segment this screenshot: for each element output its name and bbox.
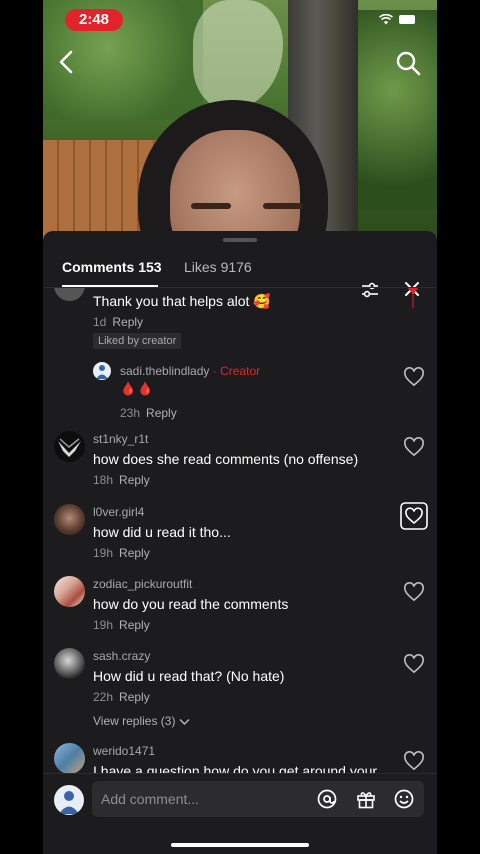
creator-tag: Creator: [220, 364, 261, 378]
reply-button[interactable]: Reply: [119, 546, 150, 560]
comment-meta: 1d Reply: [93, 315, 143, 329]
heart-icon[interactable]: [403, 437, 425, 457]
comment-text: how did u read it tho...: [93, 524, 231, 540]
heart-icon[interactable]: [403, 654, 425, 674]
comment-time: 19h: [93, 618, 114, 632]
comment-username: sash.crazy: [93, 649, 151, 663]
status-icons: [379, 14, 415, 25]
back-icon[interactable]: [55, 48, 79, 76]
avatar[interactable]: [54, 504, 85, 535]
reply-button[interactable]: Reply: [146, 406, 177, 420]
avatar[interactable]: [54, 431, 85, 462]
avatar[interactable]: [54, 288, 85, 301]
comment-text: How did u read that? (No hate): [93, 668, 285, 684]
comment-text: how do you read the comments: [93, 596, 289, 612]
comment-meta: 22h Reply: [93, 690, 150, 704]
creator-separator: ·: [212, 364, 217, 378]
comment-input[interactable]: Add comment...: [92, 781, 424, 817]
comment-input-placeholder: Add comment...: [101, 791, 200, 807]
reply-button[interactable]: Reply: [119, 618, 150, 632]
comment-time: 1d: [93, 315, 107, 329]
avatar[interactable]: [54, 648, 85, 679]
chevron-down-icon: [179, 718, 190, 725]
comment-time: 22h: [93, 690, 114, 704]
video-background: [43, 0, 437, 240]
view-replies-button[interactable]: View replies (3): [93, 714, 190, 728]
comment-username: st1nky_r1t: [93, 432, 149, 446]
gift-icon[interactable]: [356, 789, 376, 809]
comment-username: zodiac_pickuroutfit: [93, 577, 193, 591]
comment-username: werido1471: [93, 744, 156, 758]
comment-meta: 18h Reply: [93, 473, 150, 487]
comment-time: 23h: [120, 406, 141, 420]
wifi-icon: [379, 14, 393, 25]
at-icon[interactable]: [317, 789, 337, 809]
battery-icon: [399, 15, 415, 24]
comment-composer: Add comment...: [43, 773, 437, 854]
pin-marker-icon: [408, 288, 418, 308]
heart-icon[interactable]: [403, 751, 425, 771]
reply-button[interactable]: Reply: [119, 473, 150, 487]
comment-meta: 19h Reply: [93, 618, 150, 632]
phone-screen: 2:48 Comments 153 Likes 9176 Thank you t…: [43, 0, 437, 854]
comment-username: l0ver.girl4: [93, 505, 145, 519]
liked-by-creator-badge: Liked by creator: [93, 333, 182, 349]
comment-text: Thank you that helps alot 🥰: [93, 293, 271, 309]
comments-sheet: Comments 153 Likes 9176 Thank you that h…: [43, 231, 437, 854]
comment-text: I have a question how do you get around …: [93, 763, 378, 773]
home-indicator[interactable]: [171, 843, 309, 847]
comment-time: 19h: [93, 546, 114, 560]
heart-icon[interactable]: [400, 502, 428, 530]
user-avatar: [54, 785, 84, 815]
reply-button[interactable]: Reply: [119, 690, 150, 704]
tab-likes[interactable]: Likes 9176: [184, 259, 252, 275]
comment-meta: 19h Reply: [93, 546, 150, 560]
comment-meta: 23h Reply: [120, 406, 177, 420]
heart-icon[interactable]: [403, 582, 425, 602]
drag-handle[interactable]: [223, 238, 257, 242]
reply-button[interactable]: Reply: [112, 315, 143, 329]
search-icon[interactable]: [395, 50, 421, 76]
tab-comments[interactable]: Comments 153: [62, 259, 162, 275]
avatar[interactable]: [54, 743, 85, 773]
creator-avatar[interactable]: [93, 362, 111, 380]
comment-time: 18h: [93, 473, 114, 487]
heart-icon[interactable]: [403, 367, 425, 387]
comment-username: sadi.theblindlady · Creator: [120, 364, 261, 378]
emoji-icon[interactable]: [394, 789, 414, 809]
avatar[interactable]: [54, 576, 85, 607]
comment-text: 🩸🩸: [120, 381, 155, 396]
comment-list[interactable]: Thank you that helps alot 🥰 1d Reply Like…: [43, 288, 437, 773]
comment-text: how does she read comments (no offense): [93, 451, 359, 467]
sheet-tabs: Comments 153 Likes 9176: [43, 255, 437, 298]
status-time: 2:48: [65, 9, 123, 31]
